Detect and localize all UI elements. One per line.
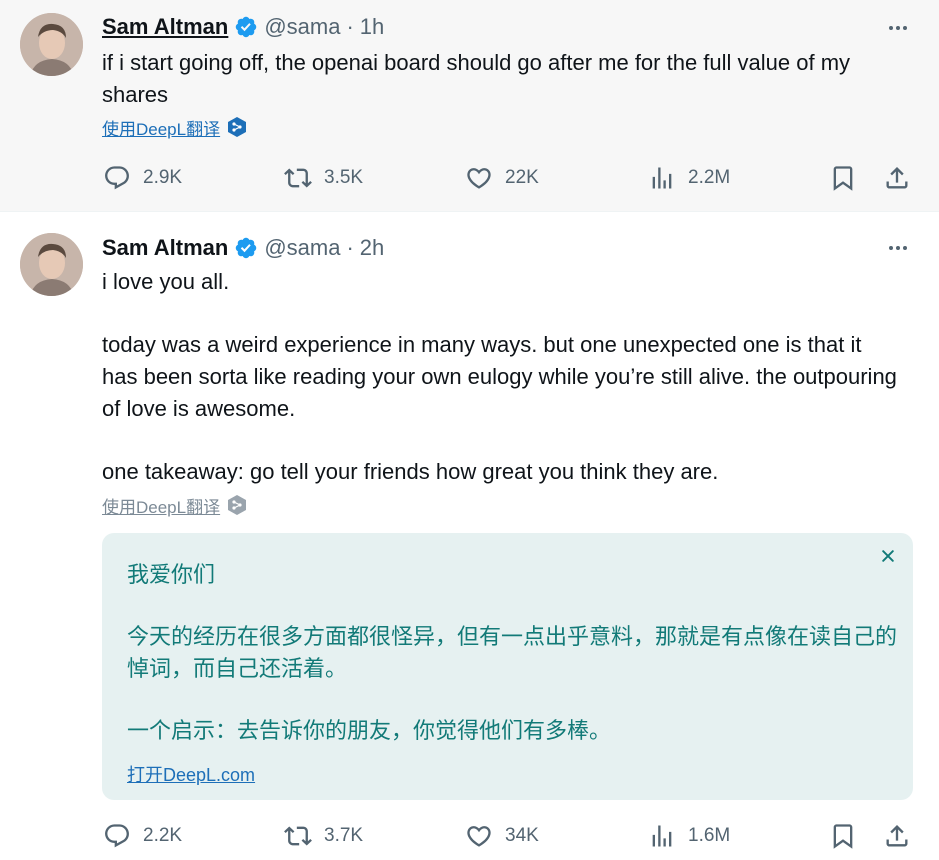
retweet-count: 3.5K <box>324 167 364 188</box>
more-horizontal-icon[interactable] <box>885 235 911 261</box>
deepl-logo-icon <box>226 494 248 516</box>
translation-text: 我爱你们 今天的经历在很多方面都很怪异，但有一点出乎意料，那就是有点像在读自己的… <box>127 559 897 747</box>
views-button[interactable]: 2.2M <box>648 158 730 198</box>
timestamp[interactable]: 1h <box>360 14 384 40</box>
share-button[interactable] <box>883 816 911 856</box>
like-button[interactable]: 22K <box>465 158 539 198</box>
tweet-text: if i start going off, the openai board s… <box>102 47 902 111</box>
tweet-header: Sam Altman @sama · 2h <box>102 234 384 262</box>
timestamp[interactable]: 2h <box>360 235 384 261</box>
translate-link-label: 使用DeepL翻译 <box>102 119 221 139</box>
author-name[interactable]: Sam Altman <box>102 235 228 261</box>
tweet-paragraph: if i start going off, the openai board s… <box>102 50 851 107</box>
tweet[interactable]: Sam Altman @sama · 2h i love you all. to… <box>0 213 939 860</box>
verified-badge-icon <box>234 15 258 39</box>
views-button[interactable]: 1.6M <box>648 816 730 856</box>
more-horizontal-icon[interactable] <box>885 15 911 41</box>
tweet-header: Sam Altman @sama · 1h <box>102 13 384 41</box>
bookmark-icon <box>833 166 853 191</box>
bar-chart-icon <box>652 825 672 847</box>
separator: · <box>346 235 354 260</box>
translate-with-deepl-link[interactable]: 使用DeepL翻译 <box>102 492 248 518</box>
translate-link-label: 使用DeepL翻译 <box>102 497 221 517</box>
tweet-paragraph: i love you all. <box>102 269 230 294</box>
tweet-actions: 2.9K 3.5K 22K 2.2M <box>0 158 939 198</box>
like-count: 22K <box>505 167 539 188</box>
bookmark-button[interactable] <box>829 158 857 198</box>
author-handle[interactable]: @sama <box>264 235 340 261</box>
open-deepl-link[interactable]: 打开DeepL.com <box>127 761 255 787</box>
author-name[interactable]: Sam Altman <box>102 14 228 40</box>
separator: · <box>346 14 354 39</box>
heart-icon <box>467 168 491 189</box>
avatar-image <box>20 13 83 76</box>
tweet-paragraph: one takeaway: go tell your friends how g… <box>102 459 719 484</box>
retweet-button[interactable]: 3.7K <box>284 816 363 856</box>
heart-icon <box>467 826 491 847</box>
avatar[interactable] <box>20 233 83 296</box>
reply-count: 2.9K <box>143 167 183 188</box>
deepl-logo-icon <box>226 116 248 138</box>
translate-with-deepl-link[interactable]: 使用DeepL翻译 <box>102 114 248 140</box>
verified-badge-icon <box>234 236 258 260</box>
avatar-image <box>20 233 83 296</box>
reply-count: 2.2K <box>143 825 183 846</box>
bookmark-button[interactable] <box>829 816 857 856</box>
retweet-icon <box>284 168 312 188</box>
translation-paragraph: 一个启示：去告诉你的朋友，你觉得他们有多棒。 <box>127 718 612 743</box>
views-count: 2.2M <box>688 167 731 188</box>
tweet[interactable]: Sam Altman @sama · 1h if i start going o… <box>0 0 939 212</box>
translation-panel: 我爱你们 今天的经历在很多方面都很怪异，但有一点出乎意料，那就是有点像在读自己的… <box>102 533 913 800</box>
author-handle[interactable]: @sama <box>264 14 340 40</box>
reply-button[interactable]: 2.2K <box>103 816 182 856</box>
tweet-actions: 2.2K 3.7K 34K 1.6M <box>0 816 939 856</box>
avatar[interactable] <box>20 13 83 76</box>
tweet-text: i love you all. today was a weird experi… <box>102 266 902 488</box>
retweet-button[interactable]: 3.5K <box>284 158 363 198</box>
retweet-icon <box>284 826 312 846</box>
like-count: 34K <box>505 825 539 846</box>
reply-button[interactable]: 2.9K <box>103 158 182 198</box>
reply-bubble-icon <box>105 824 129 848</box>
share-upload-icon <box>886 825 908 847</box>
reply-bubble-icon <box>105 166 129 190</box>
retweet-count: 3.7K <box>324 825 364 846</box>
bar-chart-icon <box>652 167 672 189</box>
views-count: 1.6M <box>688 825 731 846</box>
translation-paragraph: 今天的经历在很多方面都很怪异，但有一点出乎意料，那就是有点像在读自己的悼词，而自… <box>127 624 898 681</box>
bookmark-icon <box>833 824 853 849</box>
share-button[interactable] <box>883 158 911 198</box>
like-button[interactable]: 34K <box>465 816 539 856</box>
translation-paragraph: 我爱你们 <box>127 562 216 587</box>
tweet-paragraph: today was a weird experience in many way… <box>102 332 897 421</box>
share-upload-icon <box>886 167 908 189</box>
